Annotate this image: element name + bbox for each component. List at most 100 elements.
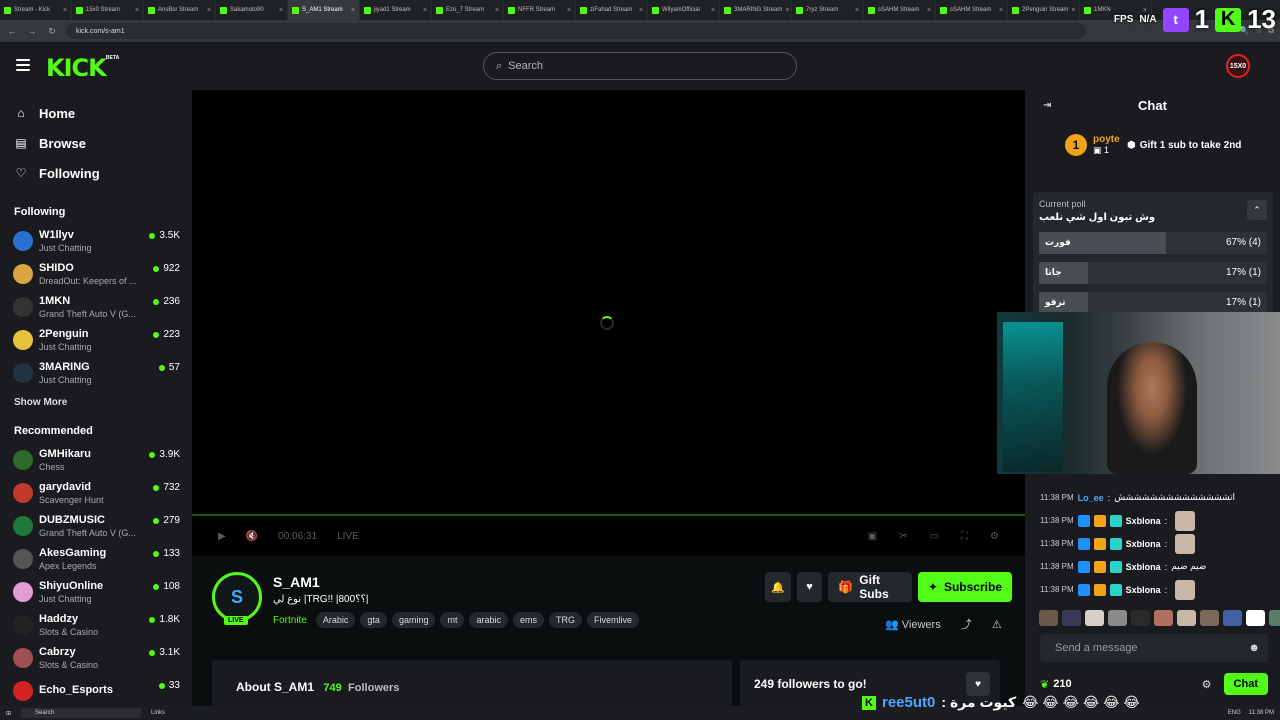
close-tab-icon[interactable]: × bbox=[63, 7, 67, 14]
channel-item[interactable]: 3MARING Just Chatting 57 bbox=[0, 356, 192, 389]
emote-icon[interactable] bbox=[1200, 610, 1219, 626]
viewers-item[interactable]: 👥 Viewers bbox=[885, 618, 941, 631]
tag-chip[interactable]: gaming bbox=[391, 612, 436, 628]
tag-chip[interactable]: Arabic bbox=[315, 612, 356, 628]
back-icon[interactable]: ← bbox=[6, 26, 18, 36]
reload-icon[interactable]: ↻ bbox=[46, 26, 58, 37]
play-icon[interactable]: ▶ bbox=[218, 531, 226, 542]
tag-chip[interactable]: mt bbox=[440, 612, 465, 628]
channel-item[interactable]: Haddzy Slots & Casino 1.8K bbox=[0, 608, 192, 641]
browser-tab[interactable]: sSAHM Stream × bbox=[864, 0, 936, 20]
report-warning-icon[interactable]: ⚠ bbox=[992, 618, 1002, 631]
browser-tab[interactable]: ziFahad Stream × bbox=[576, 0, 648, 20]
browser-tab[interactable]: sSAHM Stream × bbox=[936, 0, 1008, 20]
emote-icon[interactable] bbox=[1269, 610, 1280, 626]
streamer-avatar[interactable]: S bbox=[212, 572, 262, 622]
emote-icon[interactable] bbox=[1108, 610, 1127, 626]
channel-points[interactable]: ❦ 210 bbox=[1040, 678, 1072, 691]
message-user[interactable]: Sxblona bbox=[1126, 562, 1161, 572]
emote-icon[interactable] bbox=[1223, 610, 1242, 626]
browser-tab[interactable]: AnsBsr Stream × bbox=[144, 0, 216, 20]
close-tab-icon[interactable]: × bbox=[207, 7, 211, 14]
channel-item[interactable]: SHIDO DreadOut: Keepers of ... 922 bbox=[0, 257, 192, 290]
close-tab-icon[interactable]: × bbox=[351, 7, 355, 14]
emote-icon[interactable] bbox=[1062, 610, 1081, 626]
tag-chip[interactable]: TRG bbox=[549, 612, 582, 628]
emote-icon[interactable] bbox=[1177, 610, 1196, 626]
close-tab-icon[interactable]: × bbox=[567, 7, 571, 14]
emote-icon[interactable] bbox=[1085, 610, 1104, 626]
channel-item[interactable]: GMHikaru Chess 3.9K bbox=[0, 443, 192, 476]
chat-settings-gear-icon[interactable]: ⚙ bbox=[1202, 678, 1212, 691]
menu-icon[interactable] bbox=[16, 59, 30, 71]
send-chat-button[interactable]: Chat bbox=[1223, 673, 1268, 695]
streamer-name[interactable]: S_AM1 bbox=[273, 574, 320, 590]
browser-tab[interactable]: 3MARING Stream × bbox=[720, 0, 792, 20]
browser-tab[interactable]: Sakamoto90 × bbox=[216, 0, 288, 20]
channel-item[interactable]: ShiyuOnline Just Chatting 108 bbox=[0, 575, 192, 608]
taskbar-links[interactable]: Links bbox=[151, 710, 165, 716]
nav-home[interactable]: ⌂ Home bbox=[0, 98, 192, 128]
follow-heart-icon[interactable]: ♥ bbox=[796, 572, 823, 602]
settings-gear-icon[interactable]: ⚙ bbox=[990, 531, 999, 542]
channel-item[interactable]: garydavid Scavenger Hunt 732 bbox=[0, 476, 192, 509]
windows-start-icon[interactable]: ⊞ bbox=[6, 710, 11, 717]
kick-logo[interactable]: KICK bbox=[46, 54, 107, 82]
browser-tab[interactable]: Stream - Kick × bbox=[0, 0, 72, 20]
message-user[interactable]: Sxblona bbox=[1126, 539, 1161, 549]
clip-icon[interactable]: ✂ bbox=[899, 531, 907, 542]
url-field[interactable]: kick.com/s-am1 bbox=[66, 23, 1086, 39]
message-user[interactable]: Sxblona bbox=[1126, 585, 1161, 595]
nav-browse[interactable]: ▤ Browse bbox=[0, 128, 192, 158]
message-user[interactable]: Lo_ee bbox=[1078, 493, 1104, 503]
close-tab-icon[interactable]: × bbox=[927, 7, 931, 14]
emote-icon[interactable] bbox=[1039, 610, 1058, 626]
video-player[interactable]: ▶ 🔇 00:06:31 LIVE ▣ ✂ ▭ ⛶ ⚙ bbox=[192, 90, 1025, 556]
tag-chip[interactable]: ems bbox=[512, 612, 544, 628]
tag-chip[interactable]: arabic bbox=[469, 612, 508, 628]
channel-item[interactable]: Echo_Esports 33 bbox=[0, 674, 192, 706]
tag-chip[interactable]: Fivemlive bbox=[587, 612, 640, 628]
taskbar-search[interactable]: Search bbox=[21, 708, 142, 718]
close-tab-icon[interactable]: × bbox=[423, 7, 427, 14]
emote-icon[interactable] bbox=[1154, 610, 1173, 626]
channel-item[interactable]: Cabrzy Slots & Casino 3.1K bbox=[0, 641, 192, 674]
pip-icon[interactable]: ▣ bbox=[868, 531, 877, 542]
close-tab-icon[interactable]: × bbox=[711, 7, 715, 14]
message-user[interactable]: Sxblona bbox=[1126, 516, 1161, 526]
browser-tab[interactable]: Ezo_7 Stream × bbox=[432, 0, 504, 20]
nav-following[interactable]: ♡ Following bbox=[0, 158, 192, 188]
show-more-button[interactable]: Show More bbox=[0, 389, 192, 415]
top-gifter-name[interactable]: poyte bbox=[1093, 134, 1120, 145]
close-tab-icon[interactable]: × bbox=[1071, 7, 1075, 14]
browser-tab[interactable]: S_AM1 Stream × bbox=[288, 0, 360, 20]
forward-icon[interactable]: → bbox=[26, 26, 38, 36]
collapse-chat-icon[interactable]: ⇥ bbox=[1043, 100, 1051, 111]
browser-tab[interactable]: WilyamOfficial × bbox=[648, 0, 720, 20]
goal-heart-icon[interactable]: ♥ bbox=[966, 672, 990, 696]
notification-bell-icon[interactable]: 🔔 bbox=[765, 572, 791, 602]
emote-icon[interactable] bbox=[1131, 610, 1150, 626]
poll-option[interactable]: ترقو 17% (1) bbox=[1039, 292, 1267, 314]
channel-item[interactable]: 2Penguin Just Chatting 223 bbox=[0, 323, 192, 356]
tag-chip[interactable]: gta bbox=[360, 612, 387, 628]
browser-tab[interactable]: 15x0 Stream × bbox=[72, 0, 144, 20]
browser-tab[interactable]: NFFR Stream × bbox=[504, 0, 576, 20]
fullscreen-icon[interactable]: ⛶ bbox=[961, 531, 968, 542]
emoji-icon[interactable]: ☻ bbox=[1248, 642, 1260, 654]
close-tab-icon[interactable]: × bbox=[999, 7, 1003, 14]
close-tab-icon[interactable]: × bbox=[279, 7, 283, 14]
chevron-up-icon[interactable]: ⌃ bbox=[1247, 200, 1267, 220]
close-tab-icon[interactable]: × bbox=[785, 7, 789, 14]
mute-icon[interactable]: 🔇 bbox=[246, 531, 258, 542]
game-link[interactable]: Fortnite bbox=[273, 615, 307, 626]
theater-icon[interactable]: ▭ bbox=[930, 531, 939, 542]
user-avatar[interactable]: 15X0 bbox=[1226, 54, 1250, 78]
browser-tab[interactable]: 2Penguin Stream × bbox=[1008, 0, 1080, 20]
search-input[interactable]: ⌕ Search bbox=[483, 52, 797, 80]
share-icon[interactable]: ⤴ bbox=[961, 616, 972, 632]
channel-item[interactable]: DUBZMUSIC Grand Theft Auto V (G... 279 bbox=[0, 509, 192, 542]
channel-item[interactable]: AkesGaming Apex Legends 133 bbox=[0, 542, 192, 575]
browser-tab[interactable]: 7ryz Stream × bbox=[792, 0, 864, 20]
close-tab-icon[interactable]: × bbox=[639, 7, 643, 14]
